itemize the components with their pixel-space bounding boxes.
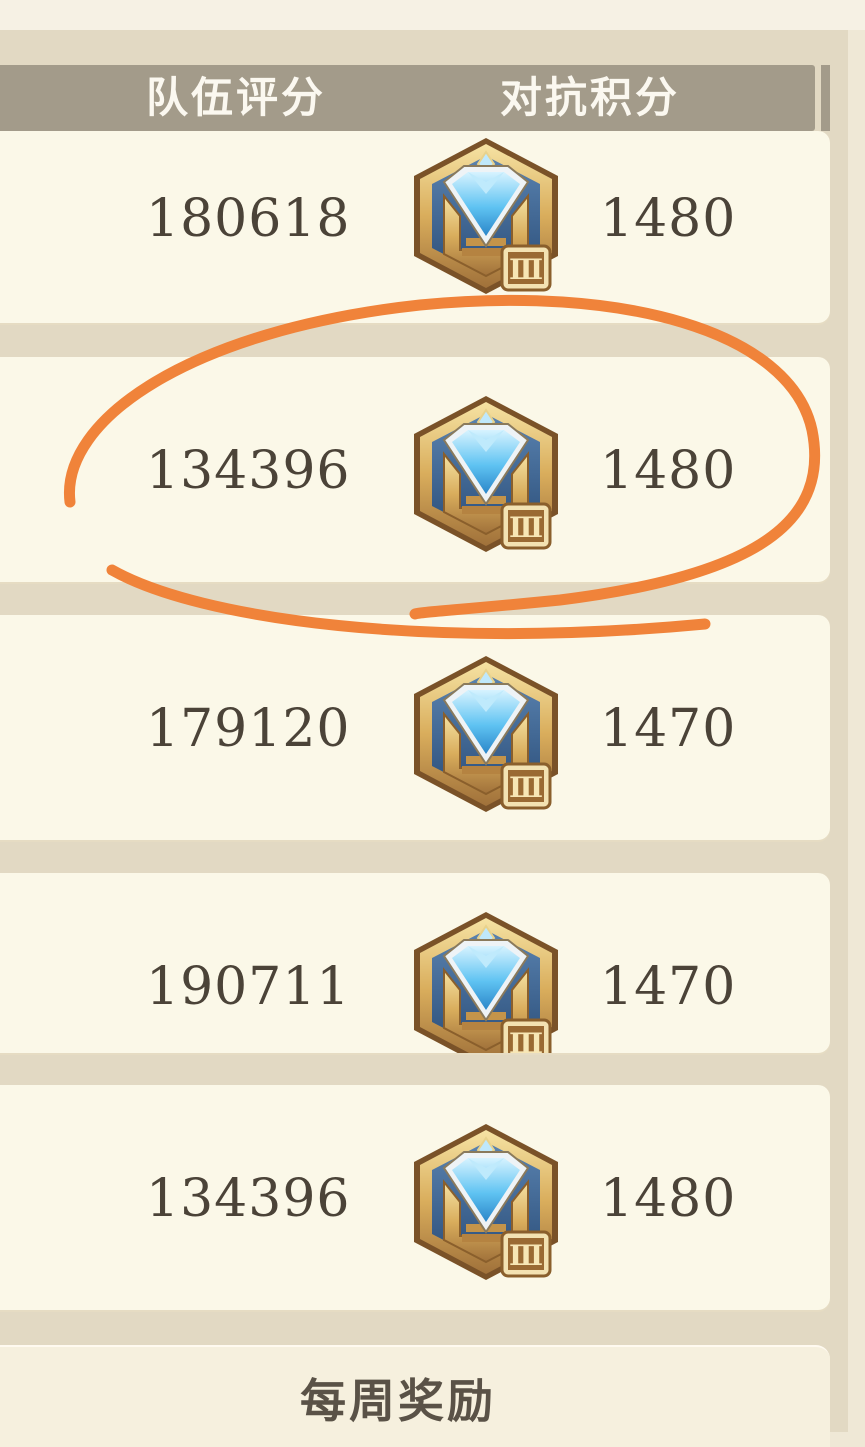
- diamond-rank-badge-icon: Ⅲ: [404, 392, 568, 556]
- rank-tier-label: Ⅲ: [509, 1027, 543, 1053]
- team-score: 179120: [146, 699, 351, 759]
- battle-points: 1480: [600, 189, 737, 249]
- team-score: 190711: [146, 957, 351, 1017]
- team-score: 180618: [146, 189, 351, 249]
- diamond-rank-badge-icon: Ⅲ: [404, 652, 568, 816]
- battle-points: 1470: [600, 699, 737, 759]
- diamond-rank-badge-icon: Ⅲ: [404, 1120, 568, 1284]
- rank-tier-label: Ⅲ: [509, 1239, 543, 1272]
- rank-tier-label: Ⅲ: [509, 771, 543, 804]
- team-score: 134396: [146, 441, 351, 501]
- rank-tier-label: Ⅲ: [509, 511, 543, 544]
- team-score: 134396: [146, 1169, 351, 1229]
- table-header: 队伍评分 对抗积分: [0, 65, 815, 131]
- battle-points: 1480: [600, 441, 737, 501]
- battle-points: 1480: [600, 1169, 737, 1229]
- weekly-reward-label: 每周奖励: [300, 1374, 496, 1428]
- battle-points: 1470: [600, 957, 737, 1017]
- battle-points-header: 对抗积分: [500, 73, 681, 122]
- rank-tier-label: Ⅲ: [509, 253, 543, 286]
- scrollbar-track[interactable]: [821, 65, 830, 131]
- team-score-header: 队伍评分: [146, 73, 327, 122]
- top-band: [0, 0, 865, 30]
- diamond-rank-badge-icon: Ⅲ: [404, 134, 568, 298]
- diamond-rank-badge-icon: Ⅲ: [412, 910, 560, 1053]
